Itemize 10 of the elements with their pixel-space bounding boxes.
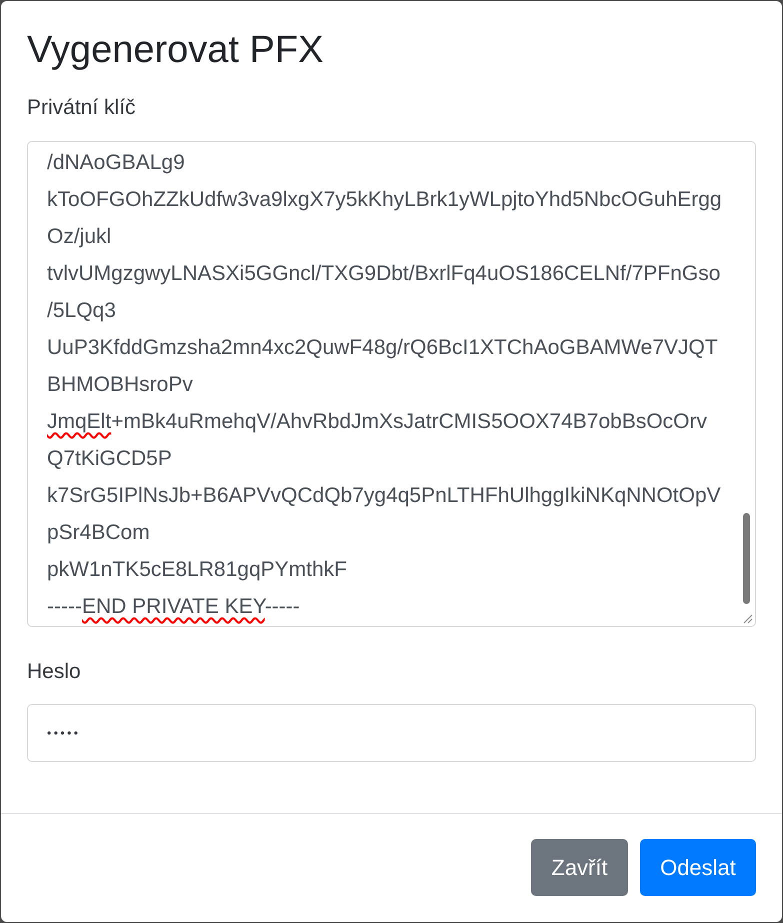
field-label: Privátní klíč (27, 96, 136, 120)
password-value: ••••• (47, 725, 81, 742)
dialog-title: Vygenerovat PFX (27, 28, 324, 73)
scrollbar[interactable] (743, 513, 750, 604)
private-key-text: /dNAoGBALg9 kToOFGOhZZkUdfw3va9lxgX7y5kKhyLBrk1yWLpjtoYhd5NbcOGuhErgg Oz/jukl tvlvUMgzgwyLNASXi5GGncl/TXG9Dbt/BxrlFq4uOS186CELNf/7PFnGso /5LQq3 UuP3KfddGmzsha2mn4xc2QuwF48g/rQ6BcI1XTChAoGBAMWe7VJQT BHMOBHsroPv JmqElt+mBk4uRmehqV/AhvRbdJmXsJatrCMIS5OOX74B7obBsOcOrv Q7tKiGCD5P k7SrG5IPlNsJb+B6APVvQCdQb7yg4q5PnLTHFhUlhggIkiNKqNNOtOpV pSr4BCom pkW1nTK5cE8LR81gqPYmthkF -----END PRIVATE KEY----- (47, 150, 722, 620)
close-button[interactable]: Zavřít (531, 839, 628, 896)
password-field[interactable]: ••••• (27, 704, 756, 762)
field-label: Heslo (27, 660, 81, 684)
submit-button[interactable]: Odeslat (640, 839, 756, 896)
resize-grip-icon[interactable] (743, 614, 753, 624)
